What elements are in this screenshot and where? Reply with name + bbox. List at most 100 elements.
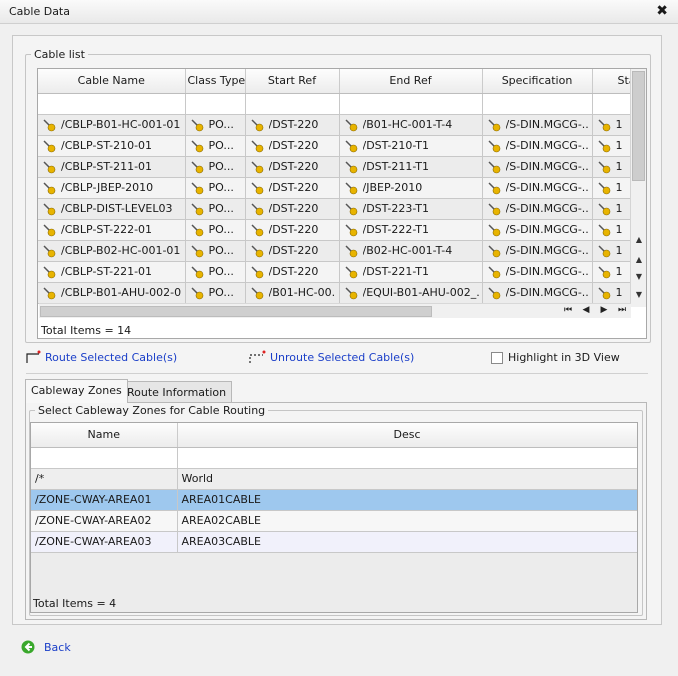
cable-column-header[interactable]: Start Ref [245,69,340,94]
cable-cell-text: /DST-210-T1 [362,139,430,152]
cable-pin-icon [487,244,500,257]
cable-cell-text: PO... [208,160,234,173]
scroll-up-icon[interactable]: ▲ [631,255,646,264]
cable-cell-content: /S-DIN.MGCG-... [487,202,589,216]
tab-route-information[interactable]: Route Information [121,381,233,403]
cable-horizontal-scrollbar[interactable] [39,303,631,318]
cable-cell: /B01-HC-001-T-4 [339,114,483,136]
highlight-3d-toggle[interactable]: Highlight in 3D View [491,351,620,364]
cable-list-legend: Cable list [34,48,85,61]
cable-pin-icon [597,181,610,194]
highlight-3d-label: Highlight in 3D View [508,351,620,364]
cable-filter-input[interactable] [38,93,186,115]
scroll-top-icon[interactable]: ▲ [631,235,646,244]
tab-cableway-zones[interactable]: Cableway Zones [25,379,128,403]
cable-cell: /S-DIN.MGCG-... [482,261,593,283]
first-page-icon[interactable]: ⏮ [559,305,577,315]
cable-row[interactable]: /CBLP-ST-211-01 PO... /DST-220/DST-211-T1 /… [38,156,646,178]
cable-row[interactable]: /CBLP-DIST-LEVEL03 PO... /DST-220/DST-223-… [38,198,646,220]
zone-row[interactable]: /ZONE-CWAY-AREA03 AREA03CABLE [31,531,637,553]
cable-cell-content: /S-DIN.MGCG-... [487,286,589,300]
cable-cell-content: /CBLP-ST-222-01 [42,223,182,237]
cable-row[interactable]: /CBLP-ST-210-01 PO... /DST-220/DST-210-T1 /… [38,135,646,157]
zone-row[interactable]: /* World [31,468,637,490]
cable-cell-text: /DST-220 [268,223,319,236]
cable-scroll-thumb[interactable] [632,71,645,181]
cable-cell: PO... [185,114,246,136]
cable-filter-input[interactable] [339,93,483,115]
zones-filter-input[interactable] [177,447,637,469]
zones-filter-input[interactable] [31,447,178,469]
zone-desc-cell: World [177,468,637,490]
cable-filter-input[interactable] [482,93,593,115]
cable-column-header[interactable]: End Ref [339,69,483,94]
cable-pin-icon [487,139,500,152]
cable-column-header[interactable]: Cable Name [38,69,186,94]
cable-cell-text: /EQUI-B01-AHU-002_... [362,286,479,299]
cable-cell-content: /DST-220 [250,139,336,153]
cable-pin-icon [43,139,56,152]
cable-cell-content: /S-DIN.MGCG-... [487,244,589,258]
cable-row[interactable]: /CBLP-ST-221-01 PO... /DST-220/DST-221-T1 /… [38,261,646,283]
close-icon[interactable]: ✖ [656,3,668,19]
cable-cell: /B02-HC-001-T-4 [339,240,483,262]
cable-row[interactable]: /CBLP-JBEP-2010 PO... /DST-220/JBEP-2010/S… [38,177,646,199]
scroll-down-icon[interactable]: ▼ [631,272,646,281]
cable-body: /CBLP-B01-HC-001-01 PO... /DST-220/B01-HC-… [38,93,646,304]
cable-pin-icon [190,139,203,152]
cable-pin-icon [344,244,357,257]
back-button[interactable]: Back [21,640,71,654]
cable-cell: /S-DIN.MGCG-... [482,198,593,220]
cable-column-header[interactable]: Class Type [185,69,246,94]
cable-cell: /CBLP-ST-210-01 [38,135,186,157]
cable-cell: /S-DIN.MGCG-... [482,114,593,136]
cable-cell-content: /S-DIN.MGCG-... [487,160,589,174]
cable-pin-icon [250,139,263,152]
cable-cell-content: /S-DIN.MGCG-... [487,181,589,195]
unroute-selected-button[interactable]: Unroute Selected Cable(s) [248,350,414,364]
last-page-icon[interactable]: ⏭ [613,305,631,315]
cable-cell-text: 1 [615,160,623,173]
cable-cell: /JBEP-2010 [339,177,483,199]
route-selected-button[interactable]: Route Selected Cable(s) [25,350,177,364]
cable-column-header[interactable]: Specification [482,69,593,94]
cable-cell-text: /S-DIN.MGCG-... [505,265,589,278]
cable-row[interactable]: /CBLP-ST-222-01 PO... /DST-220/DST-222-T1 /… [38,219,646,241]
cable-cell-text: /DST-223-T1 [362,202,430,215]
cable-row[interactable]: /CBLP-B02-HC-001-01 PO... /DST-220/B02-HC-… [38,240,646,262]
cable-pin-icon [43,202,56,215]
cable-cell-text: 1 [615,286,623,299]
cable-pin-icon [250,160,263,173]
zones-column-header[interactable]: Name [31,423,178,448]
cable-cell-text: /DST-211-T1 [362,160,430,173]
cable-cell-text: /S-DIN.MGCG-... [505,139,589,152]
zone-desc-cell: AREA03CABLE [177,531,637,553]
cable-pin-icon [487,118,500,131]
cable-pin-icon [344,160,357,173]
zone-row[interactable]: /ZONE-CWAY-AREA02 AREA02CABLE [31,510,637,532]
cable-filter-input[interactable] [245,93,340,115]
cable-cell: /DST-220 [245,240,340,262]
cable-row[interactable]: /CBLP-B01-HC-001-01 PO... /DST-220/B01-HC-… [38,114,646,136]
cable-pin-icon [190,118,203,131]
cable-pin-icon [597,223,610,236]
cable-cell: /CBLP-B01-HC-001-01 [38,114,186,136]
cable-cell: /DST-220 [245,261,340,283]
cable-cell-content: PO... [190,160,242,174]
cable-cell-content: /DST-220 [250,265,336,279]
zone-name-cell: /ZONE-CWAY-AREA03 [31,531,178,553]
zones-column-header[interactable]: Desc [177,423,637,448]
highlight-3d-checkbox[interactable] [491,351,503,364]
next-page-icon[interactable]: ▶ [595,305,613,315]
cable-filter-input[interactable] [185,93,246,115]
cable-cell-content: /CBLP-B02-HC-001-01 [42,244,182,258]
cable-pin-icon [597,202,610,215]
scroll-bottom-icon[interactable]: ▼ [631,290,646,299]
cable-hscroll-thumb[interactable] [40,306,432,317]
prev-page-icon[interactable]: ◀ [577,305,595,315]
cable-vertical-scrollbar[interactable]: ▲ ▲ ▼ ▼ [630,69,646,307]
zone-row[interactable]: /ZONE-CWAY-AREA01 AREA01CABLE [31,489,637,511]
cable-row[interactable]: /CBLP-B01-AHU-002-01 PO... /B01-HC-00... /E… [38,282,646,304]
cable-pin-icon [597,160,610,173]
cable-table: Cable Name Class Type Start Ref End Ref Spec… [38,69,646,304]
